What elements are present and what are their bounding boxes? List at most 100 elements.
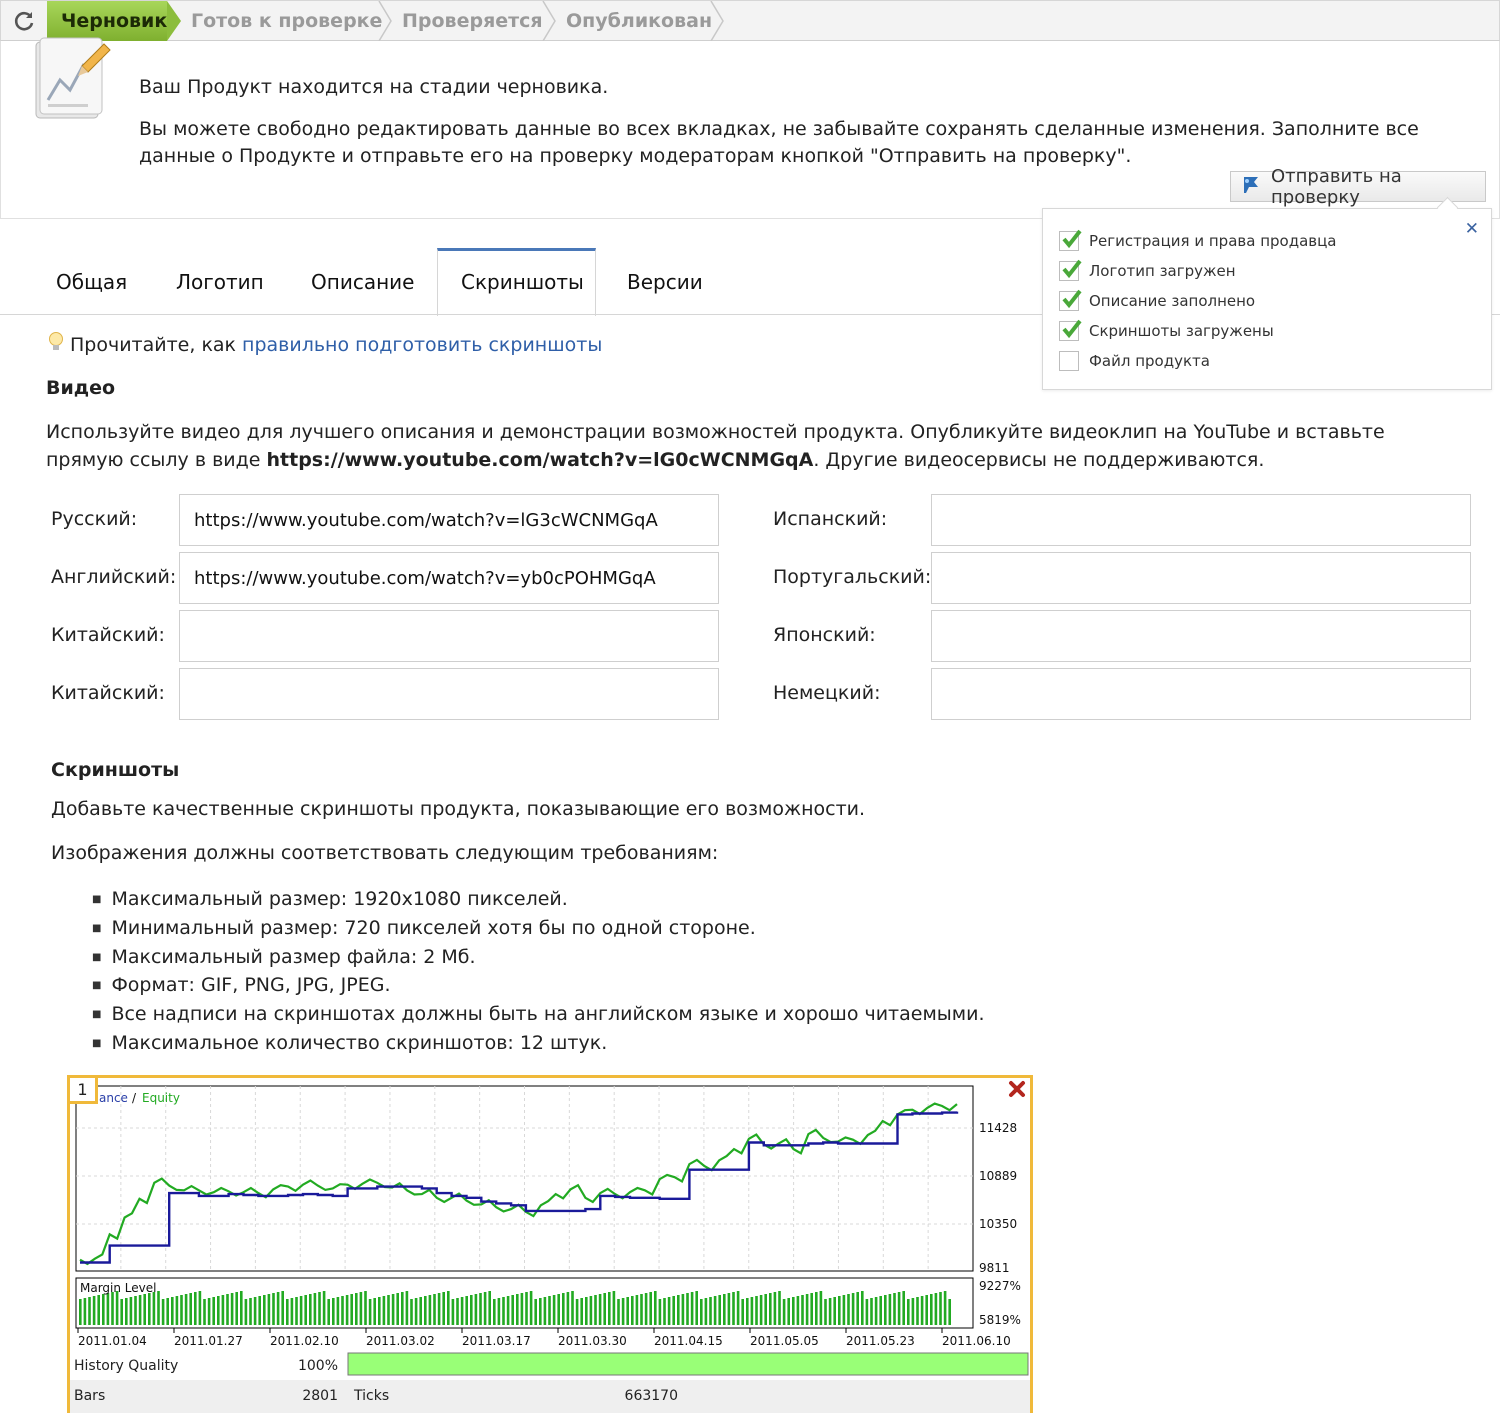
video-url-de-input[interactable] [931, 668, 1471, 720]
checklist-item-label: Регистрация и права продавца [1089, 232, 1337, 250]
margin-bar [631, 1296, 634, 1325]
margin-bar [773, 1292, 777, 1325]
video-url-zh-input[interactable] [179, 610, 719, 662]
margin-bar [672, 1296, 675, 1325]
margin-bar [589, 1296, 593, 1325]
margin-bar [332, 1298, 335, 1325]
margin-bar [313, 1293, 317, 1325]
margin-min-label: 5819% [979, 1313, 1021, 1327]
draft-document-icon [30, 34, 112, 170]
list-item: Максимальный размер файла: 2 Мб. [92, 945, 985, 974]
margin-bar [414, 1298, 418, 1325]
video-url-zh2-input[interactable] [179, 668, 719, 720]
margin-bar [451, 1299, 455, 1325]
list-item: Максимальное количество скриншотов: 12 ш… [92, 1031, 985, 1060]
video-url-ru-input[interactable] [179, 494, 719, 546]
margin-bar [502, 1297, 505, 1325]
screenshot-hint: Прочитайте, как правильно подготовить ск… [48, 331, 602, 358]
margin-bar [304, 1295, 307, 1325]
margin-bar [617, 1299, 620, 1325]
margin-bar [690, 1292, 694, 1325]
margin-bar [925, 1295, 928, 1325]
margin-bar [272, 1293, 275, 1325]
delete-icon[interactable] [1008, 1080, 1026, 1102]
margin-bar [424, 1296, 427, 1325]
chevron-right-icon [542, 1, 556, 41]
status-bar: Черновик Готов к проверке Проверяется Оп… [0, 0, 1500, 41]
margin-bar [833, 1297, 836, 1325]
margin-bar [920, 1296, 924, 1325]
margin-bar [815, 1292, 818, 1325]
bars-label: Bars [74, 1388, 105, 1404]
margin-bar [750, 1297, 754, 1325]
margin-bar [387, 1295, 390, 1325]
margin-bar [433, 1294, 436, 1325]
tab-description[interactable]: Описание [311, 270, 414, 294]
x-tick-label: 2011.01.27 [174, 1334, 243, 1348]
video-label-es: Испанский: [773, 508, 888, 530]
video-url-pt-input[interactable] [931, 552, 1471, 604]
margin-bar [230, 1293, 234, 1325]
screenshot-card[interactable]: 1 11428 10889 10350 9811 ance / Equity Margin L… [67, 1075, 1033, 1413]
margin-bar [755, 1296, 758, 1325]
requirements-list: Максимальный размер: 1920x1080 пикселей.… [92, 887, 985, 1060]
screenshots-intro: Добавьте качественные скриншоты продукта… [51, 798, 866, 820]
margin-bar [207, 1298, 211, 1325]
margin-bar [322, 1291, 326, 1325]
list-item: Минимальный размер: 720 пикселей хотя бы… [92, 916, 985, 945]
margin-bar [391, 1294, 395, 1325]
x-tick-label: 2011.01.04 [78, 1334, 147, 1348]
margin-bar [838, 1296, 841, 1325]
margin-bar [359, 1292, 363, 1325]
margin-bar [718, 1295, 721, 1325]
margin-bar [778, 1291, 781, 1325]
margin-bar [566, 1292, 570, 1325]
video-url-es-input[interactable] [931, 494, 1471, 546]
margin-bar [267, 1294, 271, 1325]
margin-bar [621, 1298, 625, 1325]
margin-bar [281, 1291, 284, 1325]
margin-bar [120, 1299, 123, 1325]
margin-bar [456, 1298, 459, 1325]
video-url-en-input[interactable] [179, 552, 719, 604]
margin-bar [299, 1296, 303, 1325]
margin-bar [483, 1292, 487, 1325]
margin-bar [539, 1298, 542, 1325]
checklist-popup: ✕ Регистрация и права продавца Логотип за… [1042, 208, 1492, 390]
margin-bar [571, 1291, 574, 1325]
margin-bar [704, 1298, 708, 1325]
draft-instructions-text: Вы можете свободно редактировать данные … [139, 118, 1419, 167]
history-quality-value: 100% [298, 1358, 338, 1374]
margin-bar [465, 1296, 468, 1325]
checkmark-icon [1059, 289, 1082, 311]
video-url-ja-input[interactable] [931, 610, 1471, 662]
step-reviewing: Проверяется [402, 10, 543, 32]
margin-bar [667, 1297, 671, 1325]
margin-bar [479, 1293, 482, 1325]
margin-bar [212, 1297, 215, 1325]
close-icon[interactable]: ✕ [1465, 219, 1479, 239]
margin-bar [143, 1294, 146, 1325]
video-label-en: Английский: [51, 566, 177, 588]
margin-bar [585, 1297, 588, 1325]
y-tick-label: 10889 [979, 1169, 1017, 1183]
margin-bar [608, 1292, 611, 1325]
tab-general[interactable]: Общая [56, 270, 127, 294]
margin-bar [295, 1297, 298, 1325]
tab-versions[interactable]: Версии [627, 270, 703, 294]
video-heading: Видео [46, 377, 116, 399]
history-quality-label: History Quality [74, 1358, 178, 1374]
chevron-right-icon [710, 1, 724, 41]
hint-link[interactable]: правильно подготовить скриншоты [242, 334, 602, 356]
margin-bar [474, 1294, 478, 1325]
margin-bar [525, 1292, 528, 1325]
tab-logo[interactable]: Логотип [176, 270, 264, 294]
margin-bar [943, 1291, 947, 1325]
margin-bar [290, 1298, 294, 1325]
checklist-item: Файл продукта [1059, 349, 1210, 373]
margin-bar [378, 1297, 381, 1325]
margin-bar [911, 1298, 915, 1325]
margin-bar [732, 1292, 735, 1325]
tab-screenshots[interactable]: Скриншоты [461, 270, 584, 294]
margin-bar [203, 1299, 206, 1325]
